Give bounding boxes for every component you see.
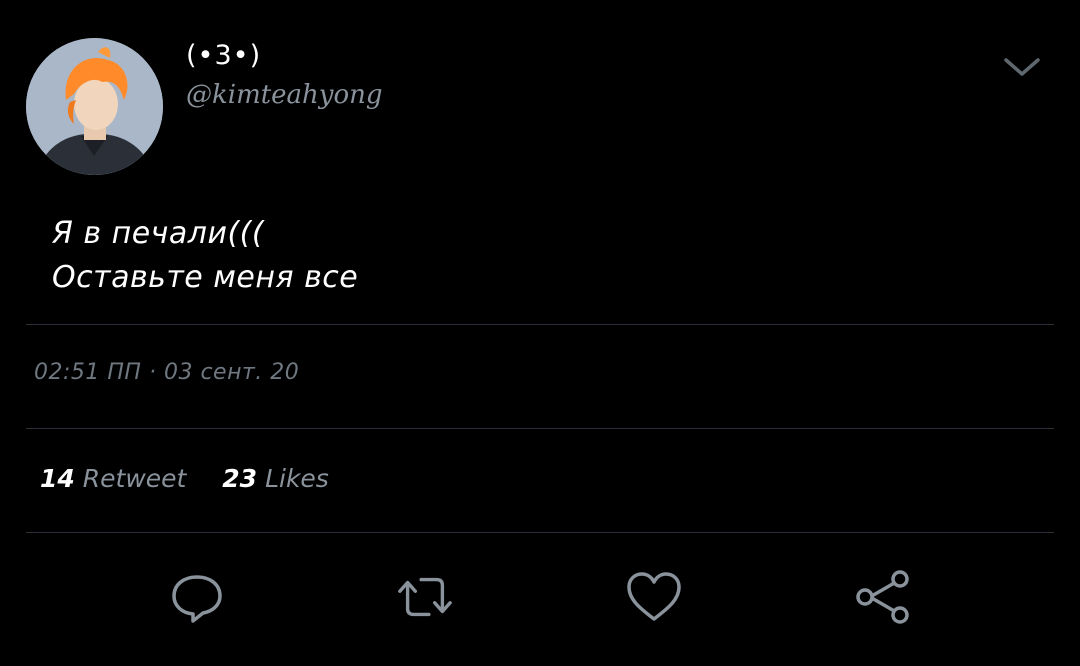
retweets-stat[interactable]: 14 Retweet (40, 464, 194, 493)
divider (26, 324, 1054, 325)
avatar[interactable] (26, 38, 163, 175)
likes-stat[interactable]: 23 Likes (222, 464, 329, 493)
tweet-stats: 14 Retweet 23 Likes (40, 464, 329, 493)
chevron-down-icon[interactable] (1000, 52, 1044, 82)
reply-icon (172, 575, 222, 623)
share-icon (856, 570, 909, 624)
likes-count: 23 (222, 464, 258, 493)
divider (26, 532, 1054, 533)
tweet-timestamp[interactable]: 02:51 ПП · 03 сент. 20 (34, 360, 299, 385)
avatar-image (26, 38, 163, 175)
share-button[interactable] (854, 568, 912, 626)
retweet-button[interactable] (396, 568, 454, 626)
likes-label: Likes (265, 464, 329, 493)
tweet-text: Я в печали((( Оставьте меня все (52, 212, 358, 300)
tweet-text-line: Я в печали((( (52, 216, 265, 251)
divider (26, 428, 1054, 429)
user-handle[interactable]: @kimteahyong (186, 80, 383, 110)
retweet-icon (398, 577, 452, 617)
display-name[interactable]: (•3•) (186, 40, 261, 71)
reply-button[interactable] (168, 568, 226, 626)
heart-icon (627, 572, 681, 621)
retweets-label: Retweet (82, 464, 187, 493)
retweets-count: 14 (40, 464, 75, 493)
tweet-text-line: Оставьте меня все (52, 260, 359, 295)
like-button[interactable] (625, 568, 683, 626)
